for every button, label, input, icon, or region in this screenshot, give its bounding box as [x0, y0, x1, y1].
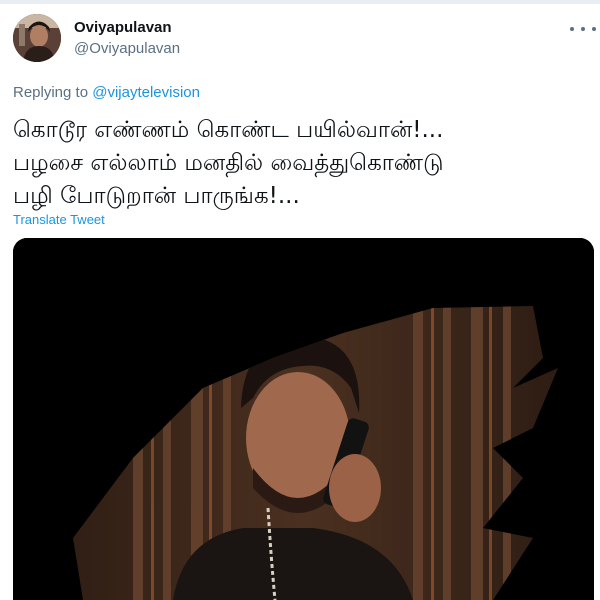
- author-handle[interactable]: @Oviyapulavan: [74, 40, 180, 57]
- tweet-media-video[interactable]: [13, 238, 594, 600]
- dot: [592, 27, 596, 31]
- avatar-image: [13, 14, 61, 62]
- tweet-text-line: பழி போடுறான் பாருங்க!...: [13, 183, 300, 209]
- replying-to: Replying to @vijaytelevision: [13, 84, 200, 101]
- tweet-text-line: பழசை எல்லாம் மனதில் வைத்துகொண்டு: [13, 150, 444, 176]
- reply-mention-link[interactable]: @vijaytelevision: [92, 84, 200, 101]
- top-divider: [0, 0, 600, 4]
- translate-tweet-link[interactable]: Translate Tweet: [13, 212, 105, 227]
- dot: [581, 27, 585, 31]
- author-display-name[interactable]: Oviyapulavan: [74, 19, 172, 36]
- replying-prefix: Replying to: [13, 84, 89, 101]
- tweet-text: கொடூர எண்ணம் கொண்ட பயில்வான்!... பழசை எல…: [13, 114, 583, 213]
- avatar[interactable]: [13, 14, 61, 62]
- more-options-icon[interactable]: [570, 20, 596, 38]
- video-still-image: [13, 238, 594, 600]
- dot: [570, 27, 574, 31]
- tweet-text-line: கொடூர எண்ணம் கொண்ட பயில்வான்!...: [13, 117, 444, 143]
